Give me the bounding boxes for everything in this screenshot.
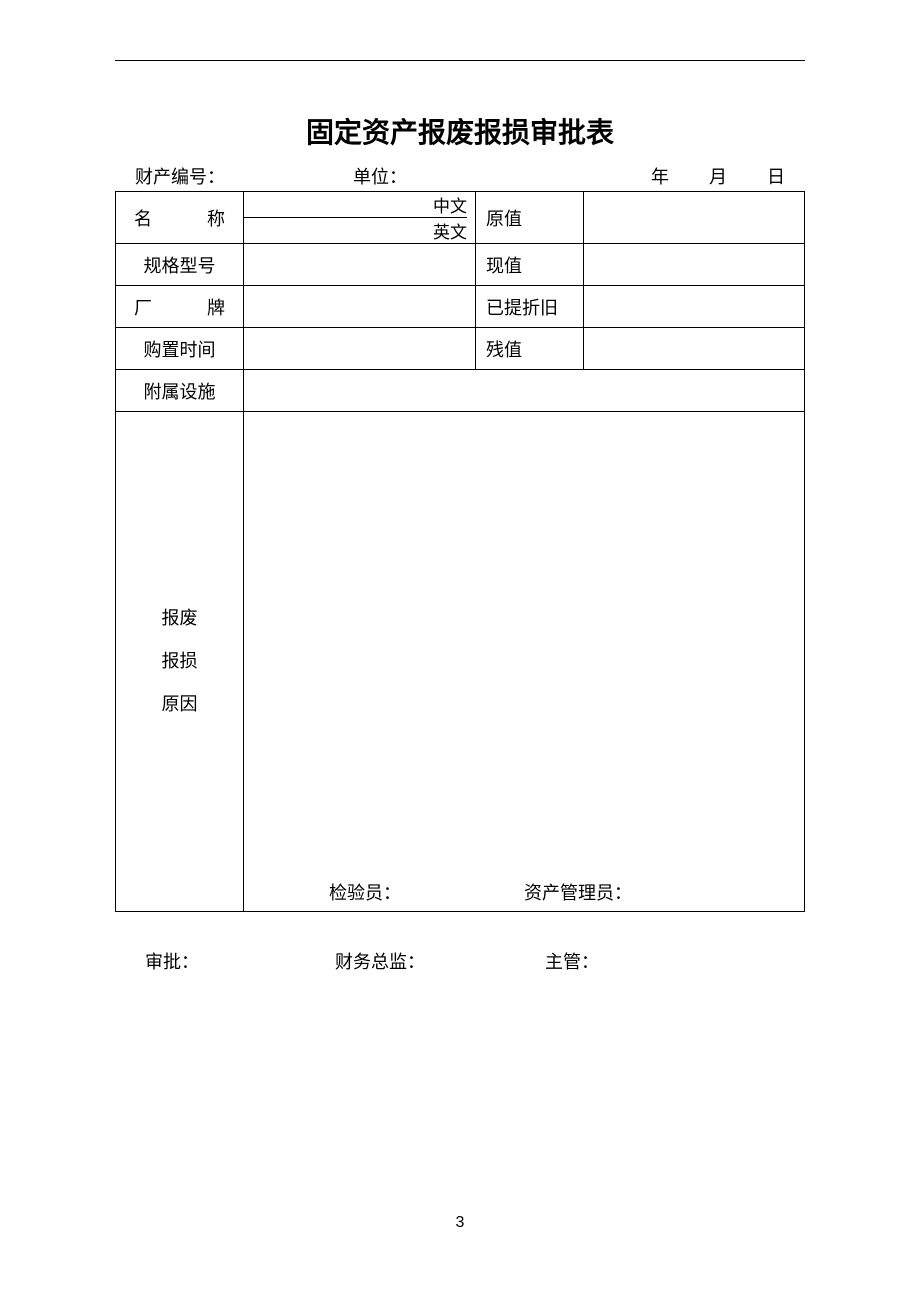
- supervisor-label: 主管：: [545, 948, 805, 974]
- approval-form-table: 名 称 中文 英文 原值 规格型号 现值 厂 牌 已提折旧 购置时间: [115, 191, 805, 912]
- salvage-value-cell: [584, 328, 805, 370]
- table-row: 规格型号 现值: [116, 244, 805, 286]
- header-row: 财产编号： 单位： 年 月 日: [115, 163, 805, 189]
- spec-value-cell: [244, 244, 476, 286]
- reason-line1: 报废: [116, 597, 243, 640]
- approve-row: 审批： 财务总监： 主管：: [115, 948, 805, 974]
- unit-label: 单位：: [243, 163, 475, 189]
- finance-director-label: 财务总监：: [335, 948, 545, 974]
- brand-label: 厂 牌: [116, 286, 244, 328]
- month-label: 月: [709, 163, 727, 189]
- current-value-cell: [584, 244, 805, 286]
- approve-label: 审批：: [115, 948, 335, 974]
- asset-manager-label: 资产管理员：: [524, 879, 804, 905]
- purchase-time-value-cell: [244, 328, 476, 370]
- asset-number-label: 财产编号：: [115, 163, 243, 189]
- name-value-cell: 中文 英文: [244, 192, 476, 244]
- accessory-value-cell: [244, 370, 805, 412]
- table-row: 厂 牌 已提折旧: [116, 286, 805, 328]
- current-value-label: 现值: [476, 244, 584, 286]
- original-value-cell: [584, 192, 805, 244]
- page-number: 3: [0, 1214, 920, 1232]
- day-label: 日: [767, 163, 785, 189]
- reason-line2: 报损: [116, 640, 243, 683]
- reason-line3: 原因: [116, 683, 243, 726]
- name-label: 名 称: [116, 192, 244, 244]
- purchase-time-label: 购置时间: [116, 328, 244, 370]
- header-divider: [115, 60, 805, 61]
- reason-label-cell: 报废 报损 原因: [116, 412, 244, 912]
- table-row: 报废 报损 原因 检验员： 资产管理员：: [116, 412, 805, 912]
- table-row: 名 称 中文 英文 原值: [116, 192, 805, 244]
- name-zh-label: 中文: [433, 192, 467, 217]
- year-label: 年: [651, 163, 669, 189]
- name-en-label: 英文: [244, 217, 467, 243]
- original-value-label: 原值: [476, 192, 584, 244]
- depreciation-value-cell: [584, 286, 805, 328]
- inspector-label: 检验员：: [244, 879, 524, 905]
- depreciation-label: 已提折旧: [476, 286, 584, 328]
- date-labels: 年 月 日: [475, 163, 805, 189]
- salvage-label: 残值: [476, 328, 584, 370]
- page-title: 固定资产报废报损审批表: [115, 111, 805, 151]
- table-row: 附属设施: [116, 370, 805, 412]
- spec-label: 规格型号: [116, 244, 244, 286]
- reason-content-cell: 检验员： 资产管理员：: [244, 412, 805, 912]
- accessory-label: 附属设施: [116, 370, 244, 412]
- brand-value-cell: [244, 286, 476, 328]
- table-row: 购置时间 残值: [116, 328, 805, 370]
